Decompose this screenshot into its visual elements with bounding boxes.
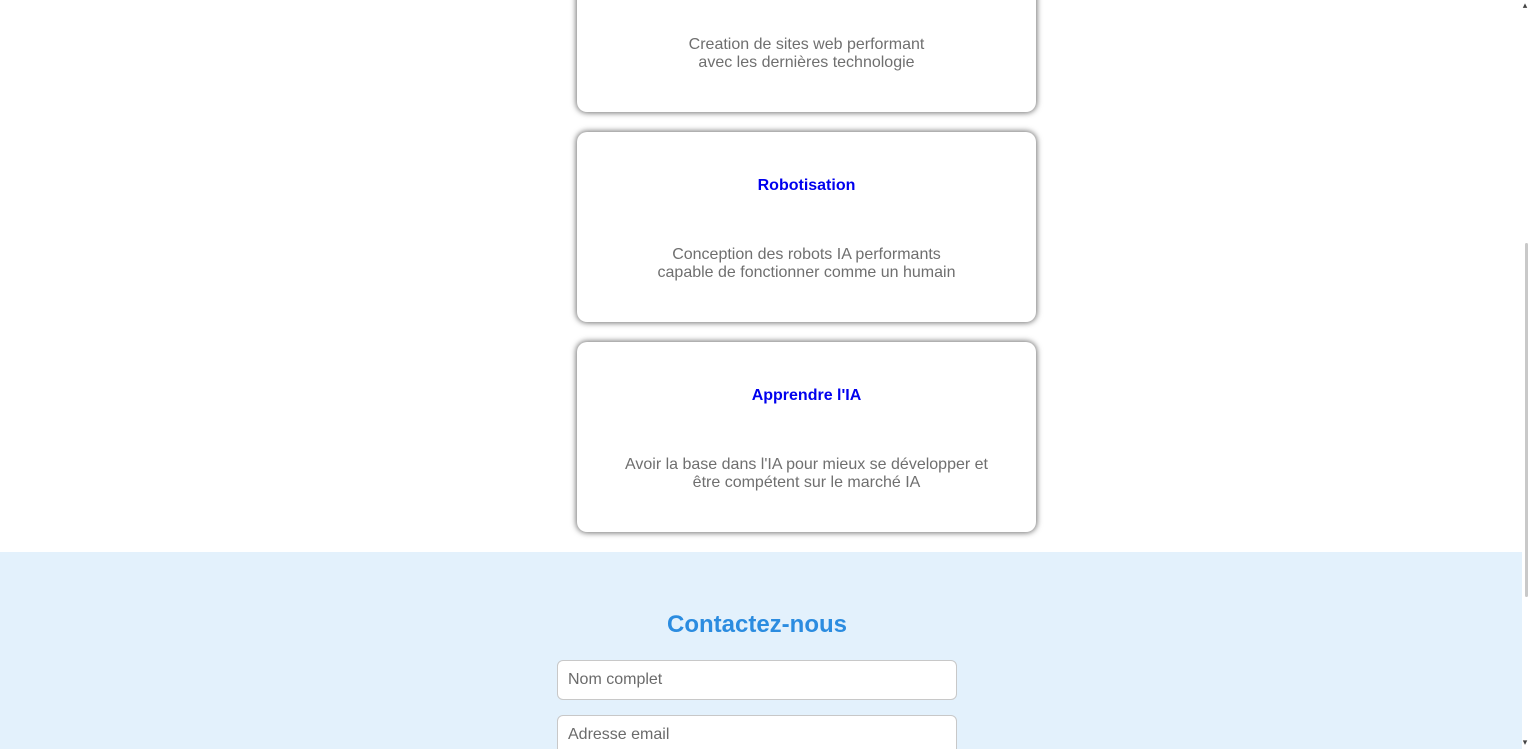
description-line: Conception des robots IA performants — [672, 246, 941, 263]
page: Creation de sites web performant avec le… — [0, 0, 1528, 749]
service-card-title: Robotisation — [757, 177, 856, 194]
service-card-title: Apprendre l'IA — [751, 387, 862, 404]
full-name-input[interactable] — [557, 660, 957, 700]
contact-section: Contactez-nous — [0, 552, 1522, 749]
description-line: Creation de sites web performant — [688, 36, 925, 53]
description-line: avec les dernières technologie — [698, 54, 915, 71]
service-card-robotisation: Robotisation Conception des robots IA pe… — [577, 132, 1036, 322]
service-card-apprendre-ia: Apprendre l'IA Avoir la base dans l'IA p… — [577, 342, 1036, 532]
chevron-down-icon[interactable]: ▾ — [1522, 737, 1528, 747]
description-line: être compétent sur le marché IA — [692, 474, 921, 491]
description-line: capable de fonctionner comme un humain — [657, 264, 956, 281]
service-card-description: Conception des robots IA performants cap… — [607, 246, 1006, 282]
contact-title: Contactez-nous — [667, 611, 847, 638]
service-card-description: Avoir la base dans l'IA pour mieux se dé… — [607, 456, 1006, 492]
service-card-description: Creation de sites web performant avec le… — [607, 36, 1006, 72]
service-card-web: Creation de sites web performant avec le… — [577, 0, 1036, 112]
chevron-up-icon[interactable]: ▴ — [1522, 0, 1528, 10]
page-scrollbar[interactable]: ▴ ▾ — [1522, 0, 1528, 749]
description-line: Avoir la base dans l'IA pour mieux se dé… — [625, 456, 988, 473]
email-input[interactable] — [557, 715, 957, 749]
